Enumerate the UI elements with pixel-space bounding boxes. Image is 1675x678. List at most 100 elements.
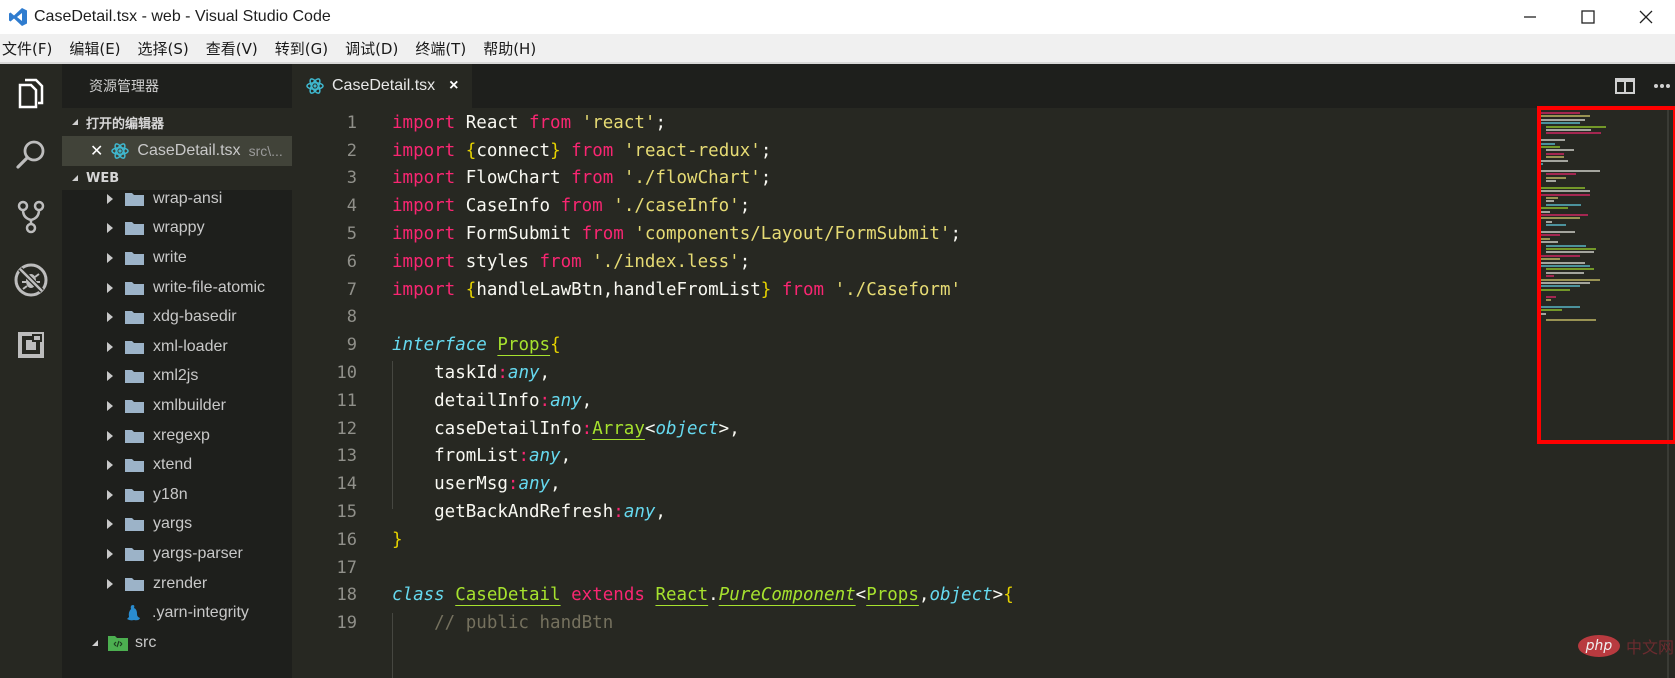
line-number: 10: [336, 362, 357, 383]
debug-button[interactable]: [12, 261, 50, 299]
code-token: :: [539, 390, 551, 411]
menu-file[interactable]: 文件(F): [2, 38, 52, 59]
tree-file[interactable]: .yarn-integrity: [62, 598, 292, 628]
code-token: // public handBtn: [392, 613, 614, 634]
watermark-badge: php: [1578, 635, 1620, 657]
extensions-button[interactable]: [12, 326, 50, 364]
tab-close-button[interactable]: ×: [449, 77, 458, 95]
tab-casedetail[interactable]: CaseDetail.tsx ×: [292, 64, 472, 108]
maximize-button[interactable]: [1559, 0, 1617, 34]
tree-folder-src[interactable]: src: [62, 628, 292, 658]
menu-help[interactable]: 帮助(H): [483, 38, 536, 59]
split-editor-button[interactable]: [1615, 78, 1635, 94]
search-button[interactable]: [12, 135, 50, 173]
minimap-line: [1546, 173, 1576, 176]
chevron-right-icon: [107, 252, 113, 263]
folder-icon: [125, 192, 144, 206]
code-token: ,: [550, 474, 561, 495]
code-line: 11 detailInfo:any,: [292, 386, 593, 416]
minimap-line: [1540, 285, 1580, 288]
code-token: handleLawBtn,handleFromList: [476, 279, 761, 300]
code-token: connect: [476, 140, 551, 161]
code-token: {: [465, 279, 477, 300]
code-token: CaseDetail: [455, 585, 561, 606]
line-number: 16: [336, 529, 357, 550]
tree-folder[interactable]: wrappy: [62, 214, 292, 244]
code-token: from: [571, 168, 614, 189]
tree-folder[interactable]: wrap-ansi: [62, 184, 292, 214]
menu-edit[interactable]: 编辑(E): [69, 38, 120, 59]
tree-item-label: xml-loader: [153, 337, 228, 355]
tree-item-label: write-file-atomic: [153, 278, 266, 296]
explorer-button[interactable]: [12, 74, 50, 112]
tree-folder[interactable]: y18n: [62, 480, 292, 510]
minimap-line: [1546, 224, 1566, 227]
tree-folder[interactable]: xml-loader: [62, 332, 292, 362]
code-token: from: [571, 140, 614, 161]
vertical-scrollbar[interactable]: [1667, 108, 1669, 678]
tree-folder[interactable]: xregexp: [62, 421, 292, 451]
menu-debug[interactable]: 调试(D): [345, 38, 398, 59]
menu-view[interactable]: 查看(V): [206, 38, 258, 59]
line-number: 3: [346, 168, 357, 189]
tree-item-label: y18n: [153, 485, 188, 503]
close-window-button[interactable]: [1617, 0, 1675, 34]
tree-folder[interactable]: xmlbuilder: [62, 391, 292, 421]
line-code: import React from 'react';: [392, 113, 666, 133]
tree-folder[interactable]: write-file-atomic: [62, 273, 292, 303]
chevron-right-icon: [107, 312, 113, 323]
minimap-line: [1540, 237, 1550, 240]
code-token: React: [655, 585, 709, 606]
code-token: <: [855, 585, 867, 606]
minimap-line: [1540, 118, 1585, 121]
src-folder-icon: [108, 635, 128, 651]
close-editor-icon[interactable]: ✕: [90, 141, 103, 161]
more-actions-button[interactable]: [1653, 83, 1671, 89]
tree-item-label: xdg-basedir: [153, 308, 237, 326]
tree-folder[interactable]: xdg-basedir: [62, 302, 292, 332]
chevron-right-icon: [107, 460, 113, 471]
code-line: 5 import FormSubmit from 'components/Layo…: [292, 219, 961, 249]
line-code: taskId:any,: [392, 363, 550, 383]
minimap-line: [1540, 210, 1550, 213]
source-control-button[interactable]: [12, 198, 50, 236]
open-editor-item[interactable]: ✕ CaseDetail.tsx src\...: [62, 136, 292, 166]
tree-item-label: xmlbuilder: [153, 396, 226, 414]
code-token: any: [528, 446, 561, 467]
open-editors-section-header[interactable]: 打开的编辑器: [62, 108, 292, 136]
minimap[interactable]: [1532, 108, 1667, 678]
tree-folder[interactable]: zrender: [62, 569, 292, 599]
code-token: styles: [455, 251, 540, 272]
tree-folder[interactable]: xtend: [62, 450, 292, 480]
tree-folder[interactable]: yargs-parser: [62, 539, 292, 569]
code-token: }: [760, 279, 772, 300]
maximize-icon: [1581, 10, 1595, 24]
minimize-button[interactable]: [1501, 0, 1559, 34]
menu-terminal[interactable]: 终端(T): [415, 38, 466, 59]
tree-folder[interactable]: yargs: [62, 510, 292, 540]
menu-go[interactable]: 转到(G): [275, 38, 328, 59]
code-token: :: [518, 446, 529, 467]
code-editor[interactable]: 1 import React from 'react'; 2 import {conn…: [292, 108, 1532, 678]
tree-folder[interactable]: xml2js: [62, 362, 292, 392]
editor-tab-bar: CaseDetail.tsx ×: [292, 64, 1675, 108]
folder-icon: [125, 577, 144, 591]
line-code: import styles from './index.less';: [392, 252, 750, 272]
minimap-line: [1546, 271, 1584, 274]
code-token: Props: [497, 335, 551, 356]
code-token: }: [392, 529, 403, 550]
line-number: 8: [346, 307, 357, 328]
code-token: :: [581, 418, 593, 439]
menu-selection[interactable]: 选择(S): [138, 38, 189, 59]
code-token: from: [560, 196, 603, 217]
expanded-triangle-icon: [92, 639, 98, 646]
code-token: './Caseform': [834, 279, 962, 300]
code-token: import: [392, 140, 456, 161]
minimap-line: [1540, 231, 1575, 233]
tree-folder[interactable]: write: [62, 243, 292, 273]
line-number: 6: [346, 251, 357, 272]
